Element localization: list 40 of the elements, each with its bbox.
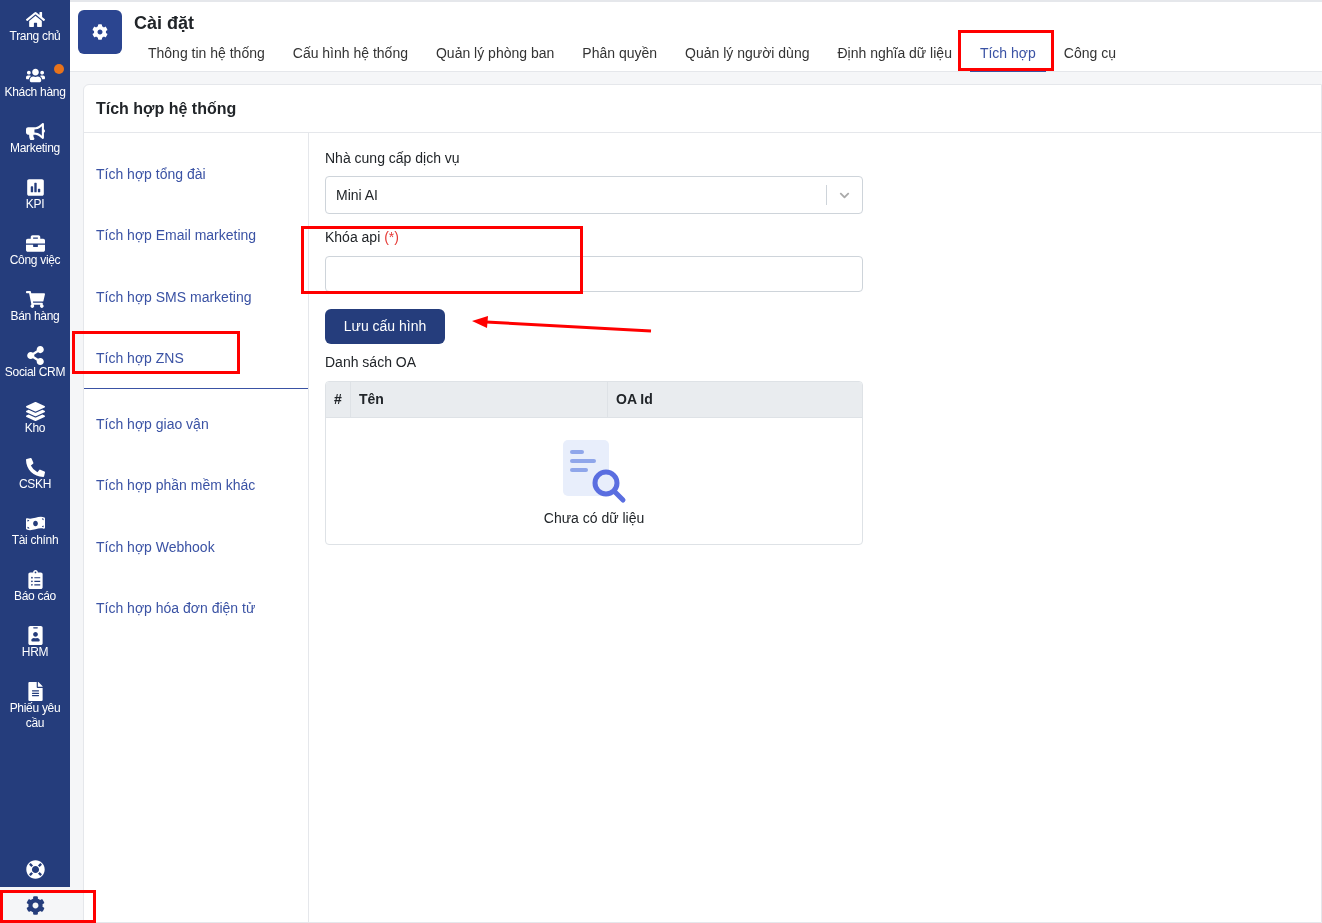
tab[interactable]: Tích hợp (969, 36, 1046, 72)
sidebar-item[interactable]: CSKH (0, 458, 70, 514)
section-title: Danh sách OA (325, 353, 418, 371)
menu-item[interactable]: Tích hợp Webhook (84, 516, 308, 578)
sidebar-item[interactable]: Tài chính (0, 514, 70, 570)
menu-item[interactable]: Tích hợp hóa đơn điện tử (84, 577, 308, 639)
tab[interactable]: Công cụ (1053, 36, 1126, 72)
sidebar-item[interactable]: Khách hàng (0, 66, 70, 122)
empty-text: Chưa có dữ liệu (543, 509, 645, 528)
column-header: OA Id (607, 382, 862, 417)
menu-item[interactable]: Tích hợp ZNS (84, 327, 308, 389)
sidebar-item[interactable]: KPI (0, 178, 70, 234)
page-title: Cài đặt (134, 12, 195, 34)
sidebar-item[interactable]: Bán hàng (0, 290, 70, 346)
tab[interactable]: Quản lý người dùng (675, 36, 820, 72)
tab[interactable]: Phân quyền (572, 36, 668, 72)
sidebar-item[interactable]: Kho (0, 402, 70, 458)
sidebar-item[interactable]: Công việc (0, 234, 70, 290)
sidebar-item[interactable]: Social CRM (0, 346, 70, 402)
tab[interactable]: Định nghĩa dữ liệu (827, 36, 962, 72)
tab[interactable]: Cấu hình hệ thống (282, 36, 418, 72)
sidebar-item[interactable]: Phiếu yêu cầu (0, 682, 70, 738)
save-button[interactable]: Lưu cấu hình (325, 309, 445, 344)
sidebar-item[interactable]: Marketing (0, 122, 70, 178)
menu-item[interactable]: Tích hợp SMS marketing (84, 266, 308, 328)
menu-item[interactable]: Tích hợp giao vận (84, 393, 308, 455)
column-header: Tên (350, 382, 607, 417)
menu-item[interactable]: Tích hợp phần mềm khác (84, 454, 308, 516)
card-title: Tích hợp hệ thống (96, 98, 237, 119)
column-header: # (333, 390, 343, 409)
field-label: Nhà cung cấp dịch vụ (325, 149, 461, 167)
sidebar-item[interactable]: Trang chủ (0, 10, 70, 66)
tab[interactable]: Thông tin hệ thống (138, 36, 275, 72)
tab[interactable]: Quản lý phòng ban (426, 36, 565, 72)
menu-item[interactable]: Tích hợp tổng đài (84, 143, 308, 205)
sidebar-item[interactable]: HRM (0, 626, 70, 682)
menu-item[interactable]: Tích hợp Email marketing (84, 204, 308, 266)
sidebar-item[interactable]: Báo cáo (0, 570, 70, 626)
field-label: Khóa api (*) (325, 228, 400, 246)
provider-select[interactable]: Mini AI (325, 176, 863, 214)
